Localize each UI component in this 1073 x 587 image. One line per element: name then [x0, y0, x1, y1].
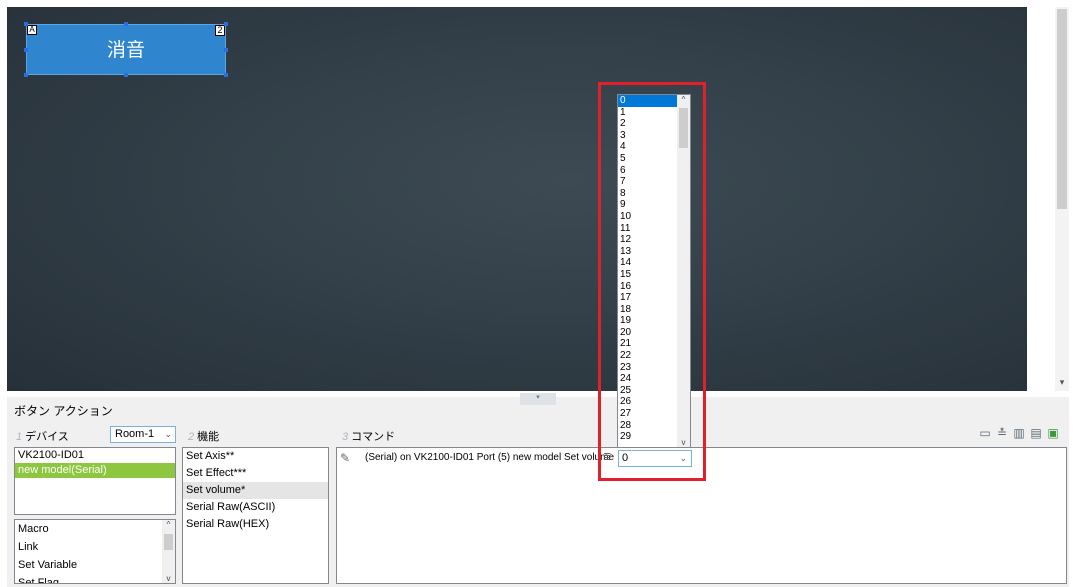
add-green-icon[interactable]: ▣ [1046, 426, 1060, 440]
canvas-vertical-scrollbar[interactable] [1055, 7, 1069, 391]
resize-handle[interactable] [224, 73, 228, 77]
list-item[interactable]: Macro [15, 520, 175, 538]
resize-handle[interactable] [24, 22, 28, 26]
chevron-down-icon: ⌄ [164, 429, 172, 439]
list-item[interactable]: VK2100-ID01 [15, 448, 175, 463]
list-item[interactable]: Set Variable [15, 556, 175, 574]
room-select[interactable]: Room-1 ⌄ [110, 426, 176, 443]
monitor-add-icon[interactable]: ▭ [978, 426, 992, 440]
panel-splitter[interactable]: ▾ [520, 393, 556, 405]
list-item-selected[interactable]: Set volume* [183, 482, 328, 499]
command-toolbar: ▭ ≛ ▥ ▤ ▣ [975, 426, 1060, 442]
scroll-up-icon[interactable]: ^ [162, 520, 175, 529]
list-item[interactable]: Set Axis** [183, 448, 328, 465]
mute-button[interactable]: 消音 [26, 24, 226, 75]
resize-handle[interactable] [24, 73, 28, 77]
copy-icon[interactable]: ▤ [1029, 426, 1043, 440]
resize-handle[interactable] [224, 48, 228, 52]
canvas-scroll-thumb[interactable] [1057, 9, 1067, 209]
pencil-icon[interactable]: ✎ [340, 451, 354, 465]
list-item[interactable]: Serial Raw(ASCII) [183, 499, 328, 516]
scroll-down-icon[interactable]: v [162, 574, 175, 583]
list-item[interactable]: Serial Raw(HEX) [183, 516, 328, 533]
list-item[interactable]: Set Effect*** [183, 465, 328, 482]
resize-handle[interactable] [124, 73, 128, 77]
mute-badge-anchor: A [27, 25, 37, 35]
panel-title: ボタン アクション [14, 404, 113, 418]
mute-badge-number: 2 [215, 25, 225, 36]
step-device: 1 デバイス [16, 431, 69, 443]
scroll-down-icon[interactable]: ▾ [1057, 377, 1067, 387]
function-list[interactable]: Set Axis** Set Effect*** Set volume* Ser… [182, 447, 329, 584]
resize-handle[interactable] [124, 22, 128, 26]
macro-list[interactable]: Macro Link Set Variable Set Flag ^ v [14, 519, 176, 584]
step-command: 3 コマンド [342, 431, 396, 443]
list-item[interactable]: Link [15, 538, 175, 556]
app-window: ▾ 消音 A 2 ▾ ボタン アクション 1 デバイス 2 機能 3 コマンド Roo… [0, 0, 1073, 587]
macro-scrollbar[interactable]: ^ v [162, 520, 175, 583]
resize-handle[interactable] [224, 22, 228, 26]
export-icon[interactable]: ≛ [995, 426, 1009, 440]
resize-handle[interactable] [24, 48, 28, 52]
macro-scroll-thumb[interactable] [164, 534, 173, 550]
command-text: (Serial) on VK2100-ID01 Port (5) new mod… [365, 452, 615, 463]
step-function: 2 機能 [188, 431, 220, 443]
delete-icon[interactable]: ▥ [1012, 426, 1026, 440]
list-item[interactable]: Set Flag [15, 574, 175, 583]
list-item-selected[interactable]: new model(Serial) [15, 463, 175, 478]
device-list[interactable]: VK2100-ID01 new model(Serial) [14, 447, 176, 515]
annotation-highlight-box [598, 82, 706, 481]
